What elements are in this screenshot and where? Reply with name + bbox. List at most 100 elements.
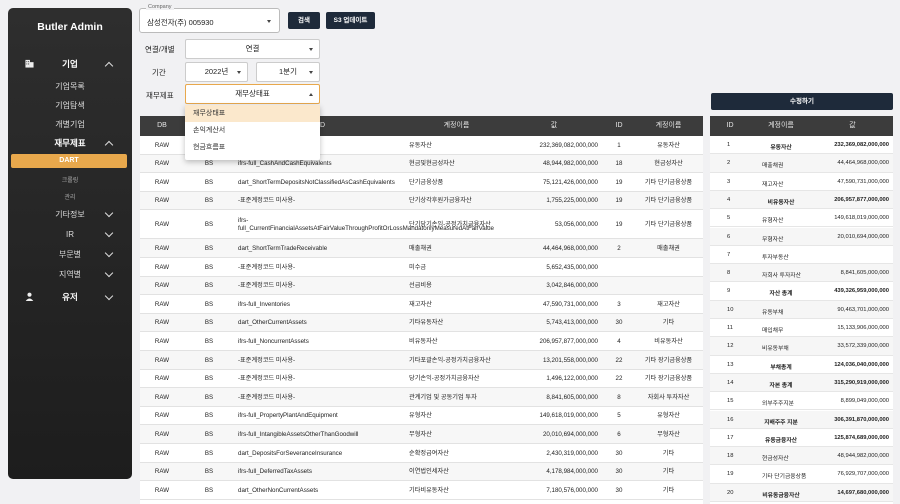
quarter-select[interactable]: 1분기 [256,62,320,82]
cell-account-name: 단기상각후원가금융자산 [409,197,472,205]
table-row[interactable]: RAW BS -표준계정코드 미사용- 선급비용 3,042,846,000,000 [140,276,703,296]
sidebar-item-other-info[interactable]: 기타정보 [8,208,132,220]
table-row[interactable]: 19 기타 단기금융상품 76,929,707,000,000 [710,465,893,484]
cell-id: 20 [727,489,734,496]
table-row[interactable]: RAW BS dart_ShortTermDepositsNotClassified… [140,173,703,192]
column-header-db: DB [157,122,167,129]
company-select[interactable]: Company 삼성전자(주) 005930 [139,4,280,33]
table-row[interactable]: 3 재고자산 47,590,731,000,000 [710,173,893,191]
table-row[interactable]: 4 비유동자산 206,957,877,000,000 [710,190,893,210]
cell-account-name: 매입채무 [762,328,784,334]
table-row[interactable]: 20 비유동금융자산 14,697,680,000,000 [710,483,893,502]
sidebar-item-dart[interactable]: DART [11,154,127,168]
table-row[interactable]: 6 무형자산 20,010,694,000,000 [710,227,893,246]
cell-mapped-id: 30 [615,486,623,494]
table-row[interactable]: 15 외부주주지분 8,899,049,000,000 [710,392,893,411]
table-row[interactable]: 11 매입채무 15,133,906,000,000 [710,319,893,338]
cell-account-name: 관계기업 및 공동기업 투자 [409,393,477,401]
table-row[interactable]: RAW BS ifrs-full_NoncurrentAssets 비유동자산 206,… [140,332,703,351]
year-select[interactable]: 2022년 [185,62,248,82]
sidebar-item-individual-company[interactable]: 개별기업 [8,118,132,130]
table-row[interactable]: RAW BS ifrs-full_PropertyPlantAndEquipment… [140,407,703,426]
cell-fs: BS [204,197,214,205]
table-row[interactable]: RAW BS ifrs-full_IntangibleAssetsOtherThan… [140,425,703,444]
sidebar-item-company-list[interactable]: 기업목록 [8,80,132,92]
cell-fs: BS [204,375,214,383]
sidebar-item-region[interactable]: 지역별 [8,268,132,280]
search-button[interactable]: 검색 [288,12,320,29]
table-row[interactable]: 17 유동금융자산 125,874,689,000,000 [710,429,893,448]
statement-select[interactable]: 재무상태표 [185,84,320,104]
table-row[interactable]: 8 자회사 투자자산 8,841,605,000,000 [710,264,893,283]
table-row[interactable]: 9 자산 총계 439,326,959,000,000 [710,282,893,301]
caret-down-icon [309,71,313,74]
cell-value: 2,430,319,000,000 [546,449,598,457]
table-row[interactable]: RAW BS -표준계정코드 미사용- 단기상각후원가금융자산 1,755,225,00… [140,191,703,211]
table-row[interactable]: RAW BS ifrs-full_Inventories 재고자산 47,590,731… [140,295,703,314]
table-row[interactable]: 13 부채총계 124,036,040,000,000 [710,356,893,374]
table-row[interactable]: RAW BS ifrs-full_DeferredTaxAssets 이연법인세자산 4… [140,462,703,482]
cell-mapped-id: 30 [615,468,623,476]
cell-id: 11 [727,325,734,331]
cell-account-id: ifrs-full_Inventories [238,300,290,308]
cell-id: 13 [727,361,734,368]
table-row[interactable]: 14 자본 총계 315,290,919,000,000 [710,373,893,393]
table-row[interactable]: RAW BS -표준계정코드 미사용- 관계기업 및 공동기업 투자 8,841,605… [140,388,703,407]
sidebar-item-ir[interactable]: IR [8,228,132,240]
sidebar-item-segment[interactable]: 부문별 [8,248,132,260]
cell-account-id: -표준계정코드 미사용- [238,282,296,290]
cell-account-name: 비유동금융자산 [762,492,800,499]
cell-account-name: 비유동부채 [762,346,789,353]
table-row[interactable]: 12 비유동부채 33,572,339,000,000 [710,337,893,356]
sidebar-item-label: 기업목록 [55,81,85,91]
table-row[interactable]: 10 유동부채 90,463,701,000,000 [710,300,893,319]
cell-mapped-account: 기타 단기금융상품 [644,197,693,205]
year-select-value: 2022년 [204,67,229,76]
sidebar-item-label: 지역별 [58,269,82,279]
cell-value: 206,957,877,000,000 [539,337,599,345]
cell-id: 8 [727,270,731,277]
table-row[interactable]: RAW BS -표준계정코드 미사용- 기타포괄손익-공정가치금융자산 13,201,5… [140,351,703,370]
table-row[interactable]: 5 유형자산 149,618,019,000,000 [710,209,893,228]
consolidated-select-value: 연결 [245,44,260,53]
table-header: ID 계정이름 값 [710,116,893,136]
table-row[interactable]: RAW BS dart_ShortTermTradeReceivable 매출채권 44… [140,239,703,258]
cell-fs: BS [204,319,214,327]
statement-option-income-statement[interactable]: 손익계산서 [185,122,320,139]
sidebar-section-financial-statements[interactable]: 재무제표 [8,136,132,150]
cell-account-name: 기타포괄손익-공정가치금융자산 [409,356,491,364]
table-row[interactable]: RAW BS -표준계정코드 미사용- 당기손익-공정가치금융자산 1,496,122,… [140,370,703,389]
raw-account-table: DB FS ID 계정이름 값 ID 계정이름 RAWBSifrs-full_C… [140,116,703,504]
table-row[interactable]: RAW BS dart_DepositsForSeveranceInsurance 순… [140,444,703,463]
cell-id: 19 [727,471,734,478]
cell-account-id: -표준계정코드 미사용- [238,263,296,271]
sidebar-section-user[interactable]: 유저 [8,290,132,304]
cell-db: RAW [154,178,170,186]
table-row[interactable]: RAW BS dart_OtherNonCurrentAssets 기타비유동자산 7,… [140,481,703,500]
cell-account-name: 현금및현금성자산 [409,160,455,168]
sidebar-section-company[interactable]: 기업 [8,57,132,71]
cell-account-id: ifrs-full_CurrentFinancialAssetsAtFairVa… [238,217,494,232]
table-row[interactable]: RAW BS -표준계정코드 미사용- 미수금 5,652,435,000,000 [140,258,703,277]
sidebar-item-manage[interactable]: 관리 [8,192,132,201]
s3-update-button[interactable]: S3 업데이트 [326,12,375,29]
table-row[interactable]: 18 현금성자산 48,944,982,000,000 [710,447,893,466]
table-row[interactable]: RAW BS dart_OtherCurrentAssets 기타유동자산 5,743,… [140,313,703,333]
table-row[interactable]: 1 유동자산 232,369,082,000,000 [710,136,893,155]
cell-fs: BS [204,393,214,401]
cell-mapped-account: 현금성자산 [654,160,683,168]
sidebar-item-crawling[interactable]: 크롤링 [8,175,132,184]
cell-mapped-id: 4 [617,337,621,345]
table-row[interactable]: RAW BS ifrs-full_CurrentFinancialAssetsAtF… [140,210,703,240]
consolidated-select[interactable]: 연결 [185,39,320,59]
table-row[interactable]: 2 매출채권 44,464,968,000,000 [710,154,893,173]
statement-option-cash-flow[interactable]: 현금흐름표 [185,139,320,156]
statement-dropdown-menu: 재무상태표 손익계산서 현금흐름표 [185,105,320,160]
table-row[interactable]: 16 지배주주 지분 306,391,870,000,000 [710,410,893,429]
table-row[interactable]: 7 투자부동산 [710,246,893,265]
sidebar-section-label: 재무제표 [54,138,86,148]
edit-button[interactable]: 수정하기 [711,93,893,110]
statement-option-balance-sheet[interactable]: 재무상태표 [185,105,320,122]
cell-fs: BS [204,244,214,252]
sidebar-item-company-explore[interactable]: 기업탐색 [8,99,132,111]
